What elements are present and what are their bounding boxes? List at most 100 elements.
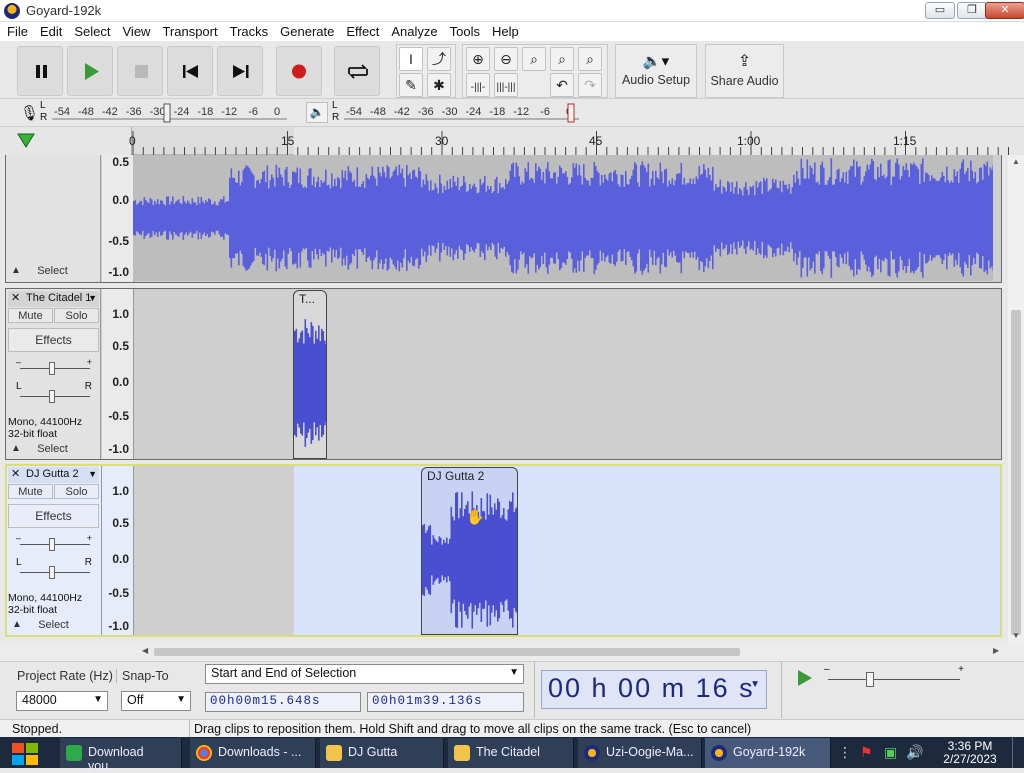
collapse-arrow-icon[interactable]: ▲ [11, 442, 21, 456]
loop-button[interactable] [334, 46, 380, 96]
track-3-select-button[interactable]: ▲ Select [8, 618, 99, 633]
track-2-header[interactable]: ✕ The Citadel 1 ▼ [8, 291, 99, 307]
track-3-unselected-area[interactable] [134, 466, 294, 635]
fit-selection-button[interactable]: ⌕ [522, 47, 546, 71]
scroll-right-icon[interactable]: ▶ [993, 646, 999, 655]
collapse-arrow-icon[interactable]: ▲ [11, 264, 21, 278]
selection-start-time[interactable]: 00h00m15.648s [205, 692, 361, 712]
flag-icon[interactable]: ⚑ [860, 744, 873, 761]
multi-tool-button[interactable]: ✱ [427, 73, 451, 97]
zoom-out-button[interactable]: ⊖ [494, 47, 518, 71]
track-3-clip[interactable]: DJ Gutta 2 ✋ [421, 467, 518, 635]
pan-thumb[interactable] [49, 566, 55, 579]
taskbar-item-uzi-oogie[interactable]: Uzi-Oogie-Ma... [578, 738, 702, 768]
track-2-menu-icon[interactable]: ▼ [88, 291, 97, 306]
track-2-name[interactable]: The Citadel 1 [26, 291, 91, 306]
track-2-gain-slider[interactable]: – + [16, 357, 92, 375]
menu-effect[interactable]: Effect [339, 22, 384, 39]
record-button[interactable] [276, 46, 322, 96]
minimize-button[interactable]: ▭ [925, 2, 955, 19]
close-button[interactable]: ✕ [985, 2, 1024, 19]
track-2-effects-button[interactable]: Effects [8, 328, 99, 352]
taskbar-item-downloads[interactable]: Downloads - ... [190, 738, 316, 768]
track-1-vertical-scale[interactable]: 0.5 0.0 -0.5 -1.0 [102, 155, 134, 282]
selection-end-time[interactable]: 00h01m39.136s [367, 692, 524, 712]
track-3-close-icon[interactable]: ✕ [11, 467, 20, 482]
skip-start-button[interactable] [167, 46, 213, 96]
share-audio-button[interactable]: ⇪ Share Audio [705, 44, 784, 98]
playback-meter-speaker-icon[interactable]: 🔈 [306, 102, 328, 123]
scroll-up-icon[interactable]: ▲ [1012, 157, 1020, 166]
track-2-close-icon[interactable]: ✕ [11, 291, 20, 306]
track-3-name[interactable]: DJ Gutta 2 [26, 467, 79, 482]
selection-tool-button[interactable]: I [399, 47, 423, 71]
track-2-mute-button[interactable]: Mute [8, 308, 53, 323]
network-icon[interactable]: ▣ [884, 744, 897, 761]
track-2-solo-button[interactable]: Solo [54, 308, 99, 323]
track-1-select-button[interactable]: ▲ Select [7, 264, 98, 279]
record-meter[interactable]: -54 -48 -42 -36 -30 -24 -18 -12 -6 0 [52, 102, 287, 124]
track-3-clip-label[interactable]: DJ Gutta 2 [422, 468, 517, 485]
track-2-pan-slider[interactable]: L R [16, 381, 92, 403]
menu-generate[interactable]: Generate [273, 22, 339, 39]
undo-button[interactable]: ↶ [550, 73, 574, 97]
playback-speed-slider[interactable]: – + [824, 664, 964, 689]
menu-transport[interactable]: Transport [155, 22, 222, 39]
menu-analyze[interactable]: Analyze [384, 22, 442, 39]
restore-button[interactable]: ❐ [957, 2, 987, 19]
taskbar-item-dj-gutta[interactable]: DJ Gutta [320, 738, 444, 768]
trim-button[interactable]: -|||- [466, 73, 490, 97]
track-3-menu-icon[interactable]: ▼ [88, 467, 97, 482]
track-3-mute-button[interactable]: Mute [8, 484, 53, 499]
pan-thumb[interactable] [49, 390, 55, 403]
taskbar-item-the-citadel[interactable]: The Citadel [448, 738, 574, 768]
menu-edit[interactable]: Edit [33, 22, 67, 39]
gain-thumb[interactable] [49, 538, 55, 551]
timeline-ruler[interactable]: 0 15 30 45 1:00 1:15 [0, 127, 1024, 155]
menu-select[interactable]: Select [67, 22, 115, 39]
project-rate-select[interactable]: 48000 ▼ [16, 691, 108, 711]
track-3-gain-slider[interactable]: – + [16, 533, 92, 551]
menu-file[interactable]: File [0, 22, 33, 39]
taskbar-item-goyard[interactable]: Goyard-192k [705, 738, 831, 768]
menu-tools[interactable]: Tools [443, 22, 485, 39]
vertical-scrollbar[interactable]: ▲ ▼ [1008, 155, 1024, 643]
stop-button[interactable] [117, 46, 163, 96]
track-2-select-button[interactable]: ▲ Select [7, 442, 98, 457]
zoom-in-button[interactable]: ⊕ [466, 47, 490, 71]
horizontal-scrollbar[interactable]: ◀ ▶ [0, 643, 1024, 661]
pause-button[interactable] [17, 46, 63, 96]
track-3-effects-button[interactable]: Effects [8, 504, 99, 528]
snap-to-select[interactable]: Off ▼ [121, 691, 191, 711]
redo-button[interactable]: ↷ [578, 73, 602, 97]
track-2-clip-label[interactable]: T... [294, 291, 326, 308]
envelope-tool-button[interactable]: ⤴ [427, 47, 451, 71]
taskbar-item-download[interactable]: Download you... [60, 738, 182, 773]
zoom-toggle-button[interactable]: ⌕ [578, 47, 602, 71]
track-3-vertical-scale[interactable]: 1.0 0.5 0.0 -0.5 -1.0 [102, 466, 134, 635]
gain-thumb[interactable] [49, 362, 55, 375]
skip-end-button[interactable] [217, 46, 263, 96]
taskbar-clock[interactable]: 3:36 PM [944, 739, 996, 753]
track-3-header[interactable]: ✕ DJ Gutta 2 ▼ [8, 467, 99, 483]
fit-project-button[interactable]: ⌕ [550, 47, 574, 71]
silence-button[interactable]: |||-||| [494, 73, 518, 97]
vertical-scroll-thumb[interactable] [1011, 310, 1021, 635]
volume-icon[interactable]: 🔊 [906, 744, 923, 761]
track-1-clip[interactable] [133, 155, 995, 281]
menu-tracks[interactable]: Tracks [223, 22, 274, 39]
audio-setup-button[interactable]: 🔈▾ Audio Setup [615, 44, 697, 98]
scroll-down-icon[interactable]: ▼ [1012, 631, 1020, 640]
menu-help[interactable]: Help [485, 22, 524, 39]
speed-thumb[interactable] [866, 672, 874, 687]
menu-view[interactable]: View [116, 22, 156, 39]
play-button[interactable] [67, 46, 113, 96]
overflow-icon[interactable]: ⋮ [838, 744, 852, 761]
track-3-solo-button[interactable]: Solo [54, 484, 99, 499]
track-3-pan-slider[interactable]: L R [16, 557, 92, 579]
audio-position-display[interactable]: 00 h 00 m 16 s ▼ [541, 670, 767, 709]
horizontal-scroll-thumb[interactable] [154, 648, 740, 656]
selection-mode-select[interactable]: Start and End of Selection ▼ [205, 664, 524, 684]
draw-tool-button[interactable]: ✎ [399, 73, 423, 97]
show-desktop-button[interactable] [1012, 737, 1024, 768]
